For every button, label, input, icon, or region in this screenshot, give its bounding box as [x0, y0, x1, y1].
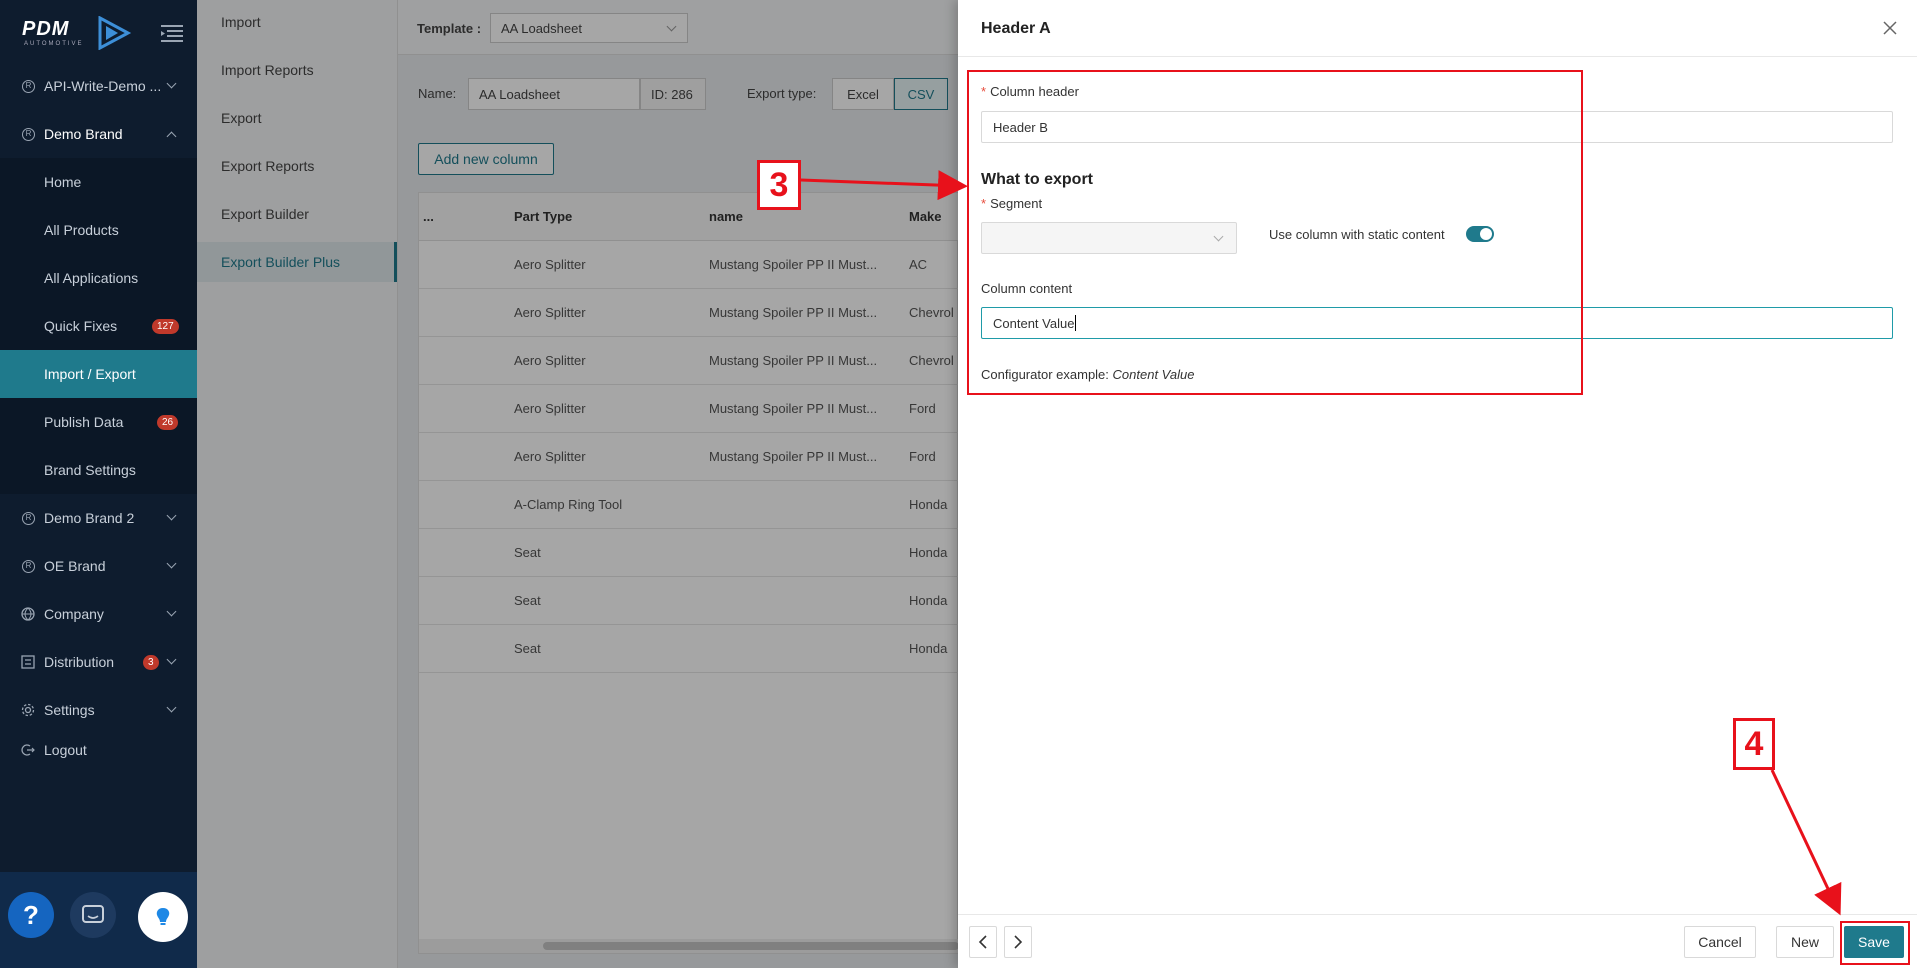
nav-label: Demo Brand 2 — [44, 510, 135, 526]
chevron-right-icon — [1014, 935, 1023, 949]
chevron-down-icon — [166, 654, 177, 665]
annotation-highlight-save — [1840, 921, 1910, 965]
logout-icon — [21, 744, 35, 756]
brand-r-icon: R — [22, 511, 35, 525]
logo-subtext: AUTOMOTIVE — [24, 41, 84, 47]
help-bar: ? — [0, 872, 197, 968]
nav-label: All Products — [44, 222, 119, 238]
modal-overlay[interactable] — [197, 0, 958, 968]
nav-all-applications[interactable]: All Applications — [0, 254, 197, 302]
nav-label: Publish Data — [44, 414, 124, 430]
chat-icon[interactable] — [70, 892, 116, 938]
publish-data-badge: 26 — [157, 414, 179, 430]
chevron-left-icon — [978, 935, 987, 949]
nav-brand-settings[interactable]: Brand Settings — [0, 446, 197, 494]
pdm-logo[interactable]: PDM AUTOMOTIVE — [22, 14, 132, 50]
chevron-up-icon — [166, 131, 177, 142]
brand-r-icon: R — [22, 127, 35, 141]
nav-api-write-demo[interactable]: R API-Write-Demo ... — [0, 62, 197, 110]
nav-label: OE Brand — [44, 558, 106, 574]
nav-label: Brand Settings — [44, 462, 136, 478]
quick-fixes-badge: 127 — [152, 318, 179, 334]
drawer-header: Header A — [958, 0, 1917, 57]
nav-quick-fixes[interactable]: Quick Fixes 127 — [0, 302, 197, 350]
help-question-icon[interactable]: ? — [8, 892, 54, 938]
idea-bulb-icon[interactable] — [138, 892, 188, 942]
globe-icon — [21, 607, 35, 621]
drawer-title: Header A — [981, 20, 1051, 37]
menu-collapse-icon[interactable] — [161, 24, 183, 42]
nav-demo-brand[interactable]: R Demo Brand — [0, 110, 197, 158]
nav-label: Demo Brand — [44, 126, 123, 142]
cancel-button[interactable]: Cancel — [1684, 926, 1756, 958]
gear-icon — [21, 703, 35, 717]
logo-play-icon — [98, 16, 132, 50]
drawer-footer: Cancel New Save — [958, 914, 1917, 968]
nav-label: Quick Fixes — [44, 318, 118, 334]
prev-button[interactable] — [969, 926, 997, 958]
nav-label: API-Write-Demo ... — [44, 78, 162, 94]
annotation-step-3: 3 — [757, 160, 801, 210]
distribution-icon — [21, 655, 35, 669]
chevron-down-icon — [166, 78, 177, 89]
nav-distribution[interactable]: Distribution 3 — [0, 638, 197, 686]
nav-demo-brand-2[interactable]: R Demo Brand 2 — [0, 494, 197, 542]
nav-label: Home — [44, 174, 82, 190]
nav-label: All Applications — [44, 270, 139, 286]
new-button[interactable]: New — [1776, 926, 1834, 958]
nav-import-export[interactable]: Import / Export — [0, 350, 197, 398]
sidebar: PDM AUTOMOTIVE R API-Write-Demo ... R De… — [0, 0, 197, 968]
chevron-down-icon — [166, 702, 177, 713]
chevron-down-icon — [166, 558, 177, 569]
logo-text: PDM — [22, 18, 70, 40]
nav-publish-data[interactable]: Publish Data 26 — [0, 398, 197, 446]
nav-label: Distribution — [44, 654, 115, 670]
nav-all-products[interactable]: All Products — [0, 206, 197, 254]
close-icon[interactable] — [1882, 20, 1898, 36]
chevron-down-icon — [166, 606, 177, 617]
nav-label: Import / Export — [44, 366, 136, 382]
brand-r-icon: R — [22, 559, 35, 573]
distribution-badge: 3 — [143, 654, 159, 670]
nav-label: Company — [44, 606, 104, 622]
annotation-highlight-form — [967, 70, 1583, 395]
annotation-step-4: 4 — [1733, 718, 1775, 770]
brand-r-icon: R — [22, 79, 35, 93]
next-button[interactable] — [1004, 926, 1032, 958]
nav-label: Settings — [44, 702, 95, 718]
nav-home[interactable]: Home — [0, 158, 197, 206]
chevron-down-icon — [166, 510, 177, 521]
nav-oe-brand[interactable]: R OE Brand — [0, 542, 197, 590]
nav-label: Logout — [44, 742, 87, 758]
nav-logout[interactable]: Logout — [0, 726, 197, 774]
nav-company[interactable]: Company — [0, 590, 197, 638]
